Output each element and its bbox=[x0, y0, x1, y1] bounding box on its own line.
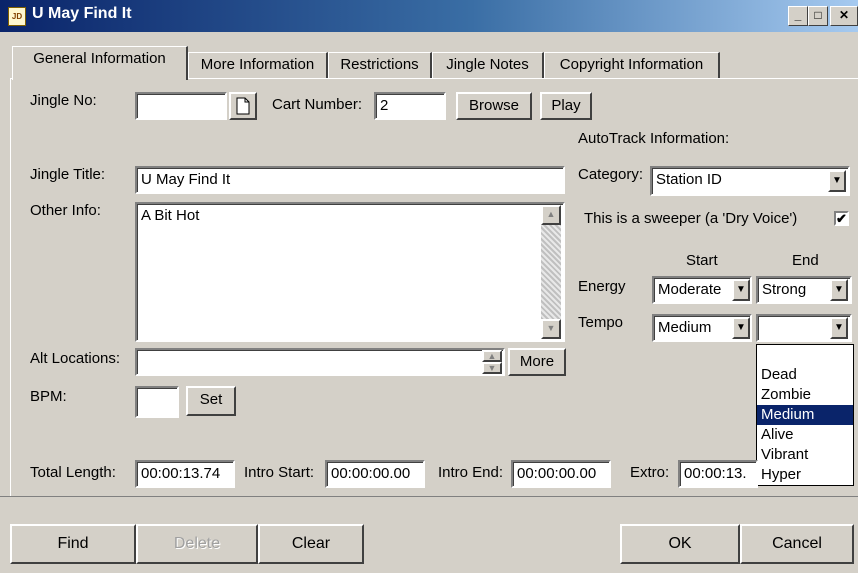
extro-input[interactable]: 00:00:13. bbox=[678, 460, 758, 488]
chevron-down-icon[interactable]: ▼ bbox=[828, 170, 846, 192]
category-value: Station ID bbox=[656, 171, 722, 188]
cancel-button[interactable]: Cancel bbox=[740, 524, 854, 564]
dropdown-option[interactable]: Vibrant bbox=[757, 445, 853, 465]
chevron-down-icon[interactable]: ▼ bbox=[732, 279, 750, 301]
alt-locations-label: Alt Locations: bbox=[30, 350, 121, 367]
tab-more-information[interactable]: More Information bbox=[188, 52, 328, 78]
energy-start-value: Moderate bbox=[658, 281, 722, 298]
new-document-icon bbox=[236, 97, 250, 115]
bpm-input[interactable] bbox=[135, 386, 179, 418]
chevron-down-icon[interactable]: ▼ bbox=[830, 279, 848, 301]
energy-end-value: Strong bbox=[762, 281, 807, 298]
chevron-down-icon[interactable]: ▼ bbox=[830, 317, 848, 339]
find-button[interactable]: Find bbox=[10, 524, 136, 564]
jingle-no-input[interactable] bbox=[135, 92, 227, 120]
total-length-input[interactable]: 00:00:13.74 bbox=[135, 460, 235, 488]
tab-label: General Information bbox=[33, 50, 166, 67]
maximize-button[interactable]: □ bbox=[808, 6, 828, 26]
intro-end-label: Intro End: bbox=[438, 464, 504, 481]
extro-label: Extro: bbox=[630, 464, 670, 481]
cart-number-label: Cart Number: bbox=[272, 96, 363, 113]
alt-locations-input[interactable] bbox=[135, 348, 505, 376]
bpm-label: BPM: bbox=[30, 388, 67, 405]
other-info-text: A Bit Hot bbox=[141, 207, 200, 224]
more-button[interactable]: More bbox=[508, 348, 566, 376]
tab-label: More Information bbox=[200, 56, 315, 73]
total-length-label: Total Length: bbox=[30, 464, 116, 481]
intro-end-input[interactable]: 00:00:00.00 bbox=[511, 460, 611, 488]
scroll-up-icon[interactable]: ▲ bbox=[541, 205, 561, 225]
dropdown-option[interactable]: Alive bbox=[757, 425, 853, 445]
jingle-title-input[interactable]: U May Find It bbox=[135, 166, 565, 194]
tab-jingle-notes[interactable]: Jingle Notes bbox=[432, 52, 544, 78]
sweeper-label: This is a sweeper (a 'Dry Voice') bbox=[584, 210, 798, 227]
intro-start-label: Intro Start: bbox=[244, 464, 315, 481]
category-select[interactable]: Station ID bbox=[650, 166, 850, 196]
category-label: Category: bbox=[578, 166, 644, 183]
tab-label: Copyright Information bbox=[559, 56, 704, 73]
minimize-button[interactable]: _ bbox=[788, 6, 808, 26]
energy-label: Energy bbox=[578, 278, 626, 295]
other-info-textarea[interactable]: A Bit Hot bbox=[135, 202, 565, 342]
autotrack-heading: AutoTrack Information: bbox=[578, 130, 730, 147]
end-column-label: End bbox=[792, 252, 819, 269]
tab-label: Jingle Notes bbox=[446, 56, 529, 73]
chevron-down-icon[interactable]: ▼ bbox=[732, 317, 750, 339]
other-info-label: Other Info: bbox=[30, 202, 101, 219]
set-bpm-button[interactable]: Set bbox=[186, 386, 236, 416]
clear-button[interactable]: Clear bbox=[258, 524, 364, 564]
tab-copyright-information[interactable]: Copyright Information bbox=[544, 52, 720, 78]
tempo-start-value: Medium bbox=[658, 319, 712, 336]
dropdown-option-selected[interactable]: Medium bbox=[757, 405, 853, 425]
intro-start-input[interactable]: 00:00:00.00 bbox=[325, 460, 425, 488]
close-button[interactable]: ✕ bbox=[830, 6, 858, 26]
new-document-button[interactable] bbox=[229, 92, 257, 120]
scroll-down-icon[interactable]: ▼ bbox=[541, 319, 561, 339]
dropdown-option[interactable]: Dead bbox=[757, 365, 853, 385]
spin-down-icon[interactable]: ▼ bbox=[482, 362, 502, 374]
dropdown-option[interactable]: Zombie bbox=[757, 385, 853, 405]
browse-button[interactable]: Browse bbox=[456, 92, 532, 120]
sweeper-checkbox[interactable]: ✔ bbox=[834, 211, 849, 226]
tab-label: Restrictions bbox=[340, 56, 419, 73]
jingle-title-label: Jingle Title: bbox=[30, 166, 106, 183]
dropdown-option[interactable]: Hyper bbox=[757, 465, 853, 485]
tab-restrictions[interactable]: Restrictions bbox=[328, 52, 432, 78]
spin-up-icon[interactable]: ▲ bbox=[482, 350, 502, 362]
delete-button: Delete bbox=[136, 524, 258, 564]
cart-number-input[interactable]: 2 bbox=[374, 92, 446, 120]
jingle-no-label: Jingle No: bbox=[30, 92, 97, 109]
tempo-dropdown-list: Dead Zombie Medium Alive Vibrant Hyper bbox=[756, 344, 854, 486]
start-column-label: Start bbox=[686, 252, 718, 269]
ok-button[interactable]: OK bbox=[620, 524, 740, 564]
window-title: U May Find It bbox=[32, 5, 132, 22]
tempo-label: Tempo bbox=[578, 314, 624, 331]
app-icon: JD bbox=[8, 7, 26, 26]
play-button[interactable]: Play bbox=[540, 92, 592, 120]
tab-general-information[interactable]: General Information bbox=[12, 46, 188, 80]
